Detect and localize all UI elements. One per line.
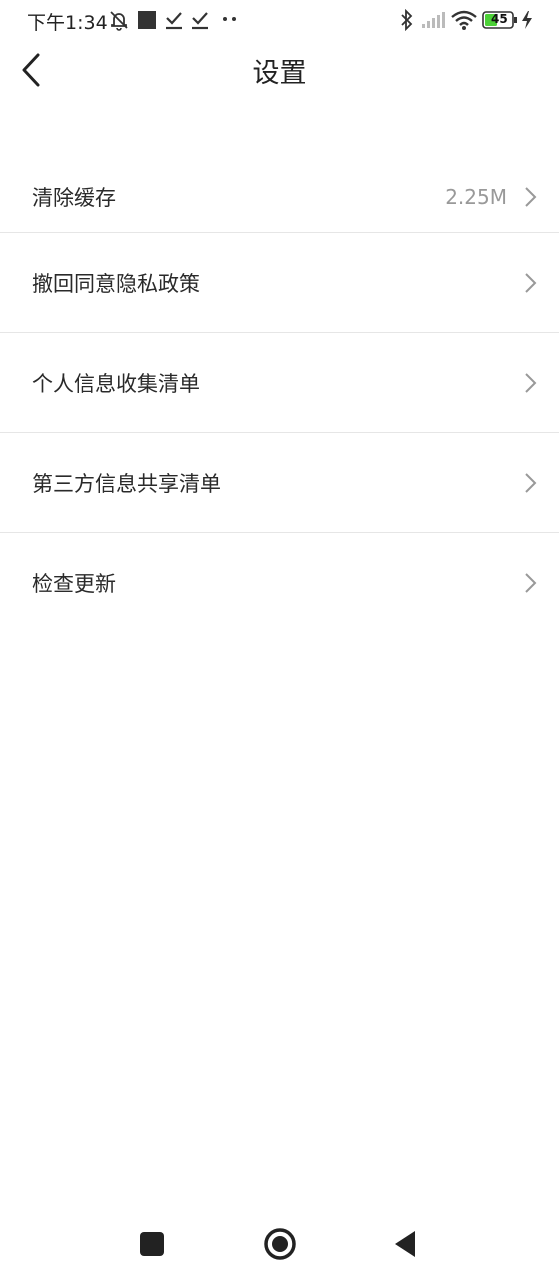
settings-item-personal-info-list[interactable]: 个人信息收集清单 <box>0 333 559 433</box>
check-download-icon <box>166 12 182 30</box>
chevron-right-icon <box>525 187 537 207</box>
more-notifications-icon <box>223 17 236 21</box>
cache-size-value: 2.25M <box>445 185 507 209</box>
chevron-right-icon <box>525 272 537 293</box>
notification-square-icon <box>138 11 156 29</box>
settings-item-label: 个人信息收集清单 <box>32 371 200 396</box>
signal-icon <box>422 12 445 28</box>
settings-item-label: 清除缓存 <box>32 186 116 210</box>
settings-list: 清除缓存 2.25M 撤回同意隐私政策 个人信息收集清单 第三方信息共享清单 检… <box>0 147 559 632</box>
bluetooth-icon <box>401 9 413 31</box>
settings-item-label: 第三方信息共享清单 <box>32 471 221 496</box>
settings-item-clear-cache[interactable]: 清除缓存 2.25M <box>0 147 559 233</box>
chevron-right-icon <box>525 372 537 393</box>
page-title: 设置 <box>252 58 307 89</box>
settings-screen: 下午1:34 45 设置 清除缓存 2.25M 撤回同意隐私政策 个人信息收集清… <box>0 0 559 1280</box>
status-bar: 下午1:34 45 <box>0 0 559 40</box>
settings-item-label: 撤回同意隐私政策 <box>32 271 200 296</box>
battery-level: 45 <box>491 12 508 26</box>
home-icon[interactable] <box>263 1227 297 1261</box>
navigation-bar <box>0 1210 559 1280</box>
settings-item-check-update[interactable]: 检查更新 <box>0 533 559 632</box>
settings-item-third-party-sharing[interactable]: 第三方信息共享清单 <box>0 433 559 533</box>
muted-bell-icon <box>110 11 128 31</box>
chevron-right-icon <box>525 472 537 493</box>
wifi-icon <box>451 10 477 30</box>
back-triangle-icon[interactable] <box>393 1229 417 1259</box>
header: 设置 <box>0 40 559 100</box>
chevron-right-icon <box>525 572 537 593</box>
check-download-icon <box>192 12 208 30</box>
charging-icon <box>522 11 532 29</box>
status-time: 下午1:34 <box>27 12 108 34</box>
recent-apps-icon[interactable] <box>139 1231 165 1257</box>
settings-item-label: 检查更新 <box>32 571 116 596</box>
settings-item-revoke-privacy[interactable]: 撤回同意隐私政策 <box>0 233 559 333</box>
